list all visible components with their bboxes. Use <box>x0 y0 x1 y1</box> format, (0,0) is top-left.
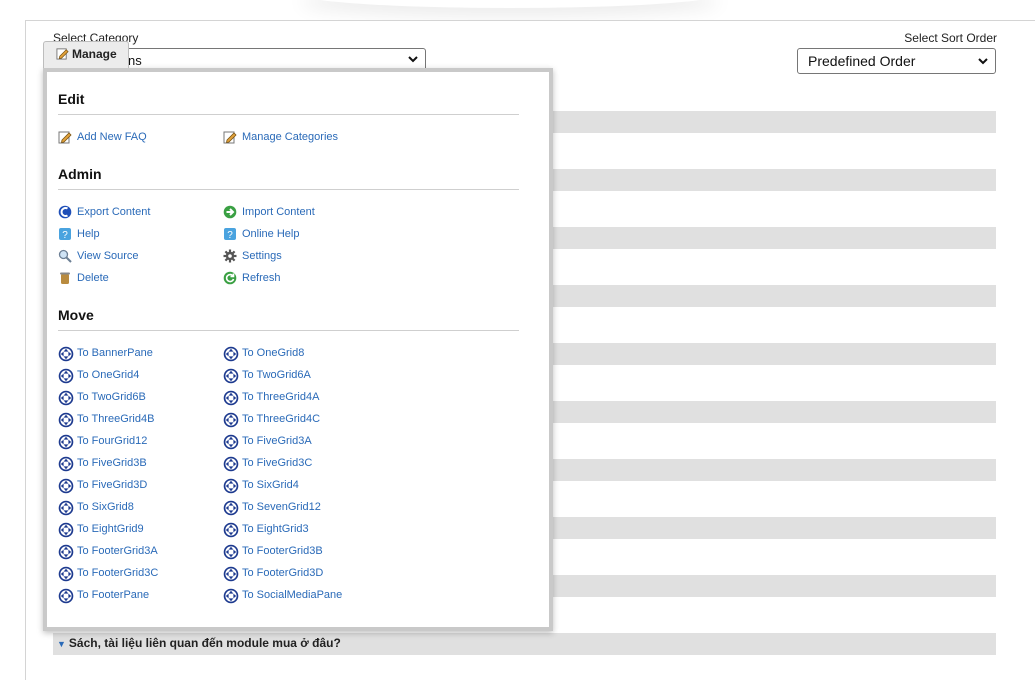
menu-item-label: To OneGrid4 <box>77 369 140 381</box>
menu-item-label: Help <box>77 228 100 240</box>
manage-button[interactable]: Manage <box>43 41 129 68</box>
sort-order-value: Predefined Order <box>808 53 916 69</box>
menu-item-label: To SixGrid8 <box>77 501 134 513</box>
manage-button-label: Manage <box>72 47 117 61</box>
menu-item-label: View Source <box>77 250 139 262</box>
top-shadow-decoration <box>300 0 720 8</box>
manage-menu: Edit Admin Move Add New FAQ Manage Catego… <box>43 68 553 631</box>
svg-text:?: ? <box>227 230 233 241</box>
menu-item-label: To FooterGrid3C <box>77 567 159 579</box>
menu-item-label: To TwoGrid6B <box>77 391 146 403</box>
menu-item-label: To TwoGrid6A <box>242 369 311 381</box>
menu-item-label: Export Content <box>77 206 151 218</box>
menu-item-label: Settings <box>242 250 282 262</box>
menu-item-label: To OneGrid8 <box>242 347 305 359</box>
sort-order-label: Select Sort Order <box>904 31 997 45</box>
chevron-down-icon <box>408 56 418 63</box>
edit-section-title: Edit <box>58 91 519 115</box>
menu-item-label: Import Content <box>242 206 315 218</box>
expand-triangle-icon: ▼ <box>57 639 66 649</box>
svg-text:?: ? <box>62 230 68 241</box>
menu-item-label: To FiveGrid3A <box>242 435 312 447</box>
menu-item-label: To FiveGrid3C <box>242 457 313 469</box>
menu-item-label: To FourGrid12 <box>77 435 148 447</box>
menu-item-label: To SevenGrid12 <box>242 501 321 513</box>
menu-item-label: To ThreeGrid4A <box>242 391 320 403</box>
menu-item-label: To FiveGrid3B <box>77 457 147 469</box>
menu-item-label: Online Help <box>242 228 300 240</box>
menu-item-label: To FooterPane <box>77 589 150 601</box>
menu-item-label: Refresh <box>242 272 281 284</box>
menu-item-label: To FooterGrid3A <box>77 545 158 557</box>
menu-item-label: To SocialMediaPane <box>242 589 343 601</box>
menu-item-label: Manage Categories <box>242 131 339 143</box>
menu-item-label: To FiveGrid3D <box>77 479 148 491</box>
menu-item-label: To FooterGrid3B <box>242 545 323 557</box>
sort-order-select[interactable]: Predefined Order <box>797 48 996 74</box>
menu-item-label: To BannerPane <box>77 347 153 359</box>
chevron-down-icon <box>978 58 988 65</box>
menu-item-label: Delete <box>77 272 109 284</box>
move-section-title: Move <box>58 307 519 331</box>
faq-question-text: Sách, tài liệu liên quan đến module mua … <box>68 636 341 650</box>
menu-item-label: Add New FAQ <box>77 131 147 143</box>
menu-item-label: To EightGrid9 <box>77 523 144 535</box>
faq-question-row[interactable]: ▼ Sách, tài liệu liên quan đến module mua… <box>53 633 996 655</box>
category-select-value: ns <box>128 53 142 68</box>
menu-item-label: To ThreeGrid4B <box>77 413 155 425</box>
menu-item-label: To EightGrid3 <box>242 523 309 535</box>
admin-section-title: Admin <box>58 166 519 190</box>
menu-item-label: To SixGrid4 <box>242 479 299 491</box>
edit-icon <box>56 47 69 63</box>
menu-item-label: To FooterGrid3D <box>242 567 324 579</box>
menu-item-label: To ThreeGrid4C <box>242 413 321 425</box>
